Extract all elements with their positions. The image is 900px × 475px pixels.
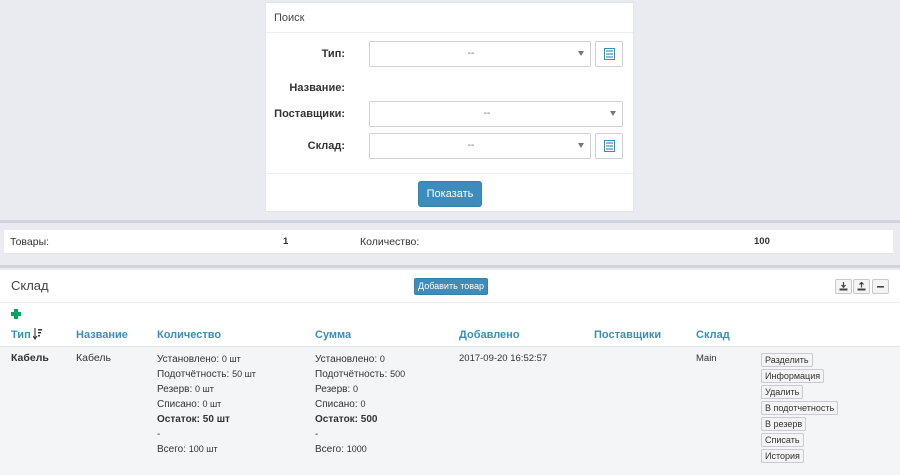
quantity-total-value: 100 шт: [188, 444, 218, 454]
warehouse-select[interactable]: --: [369, 133, 591, 159]
quantity-accountable-label: Подотчётность:: [157, 369, 230, 380]
chevron-down-icon: [610, 111, 616, 116]
sum-installed-label: Установлено:: [315, 354, 378, 365]
name-label: Название:: [289, 82, 345, 94]
sum-installed-value: 0: [379, 354, 385, 364]
name-row: Название:: [266, 75, 633, 101]
warehouse-label: Склад:: [307, 140, 345, 152]
column-quantity[interactable]: Количество: [157, 329, 221, 341]
goods-label: Товары:: [10, 236, 50, 248]
sum-reserve-label: Резерв:: [315, 384, 351, 395]
chevron-down-icon: [578, 51, 584, 56]
suppliers-label: Поставщики:: [274, 108, 345, 120]
chevron-down-icon: [578, 143, 584, 148]
quantity-written-off-label: Списано:: [157, 399, 200, 410]
search-title: Поиск: [266, 3, 633, 33]
split-button[interactable]: Разделить: [761, 353, 813, 367]
type-list-button[interactable]: [595, 41, 623, 67]
warehouse-title: Склад: [11, 278, 49, 293]
goods-value: 1: [283, 236, 289, 247]
sum-total-value: 1000: [346, 444, 367, 454]
to-reserve-button[interactable]: В резерв: [761, 417, 807, 431]
suppliers-select-value: --: [483, 108, 491, 119]
to-accountable-button[interactable]: В подотчетность: [761, 401, 839, 415]
row-type: Кабель: [11, 352, 49, 364]
column-added[interactable]: Добавлено: [459, 329, 520, 341]
quantity-installed-value: 0 шт: [221, 354, 241, 364]
history-button[interactable]: История: [761, 449, 804, 463]
warehouse-row: Склад: --: [266, 133, 633, 159]
sum-reserve-value: 0: [353, 384, 359, 394]
sum-written-off-label: Списано:: [315, 399, 358, 410]
plus-icon[interactable]: [11, 309, 21, 319]
show-button[interactable]: Показать: [418, 181, 482, 207]
sum-dash: -: [315, 429, 319, 440]
row-quantity: Установлено: 0 шт Подотчётность: 50 шт Р…: [157, 352, 256, 457]
row-added: 2017-09-20 16:52:57: [459, 353, 548, 364]
sum-accountable-value: 500: [390, 369, 406, 379]
sum-total-label: Всего:: [315, 444, 344, 455]
delete-button[interactable]: Удалить: [761, 385, 804, 399]
add-product-button[interactable]: Добавить товар: [414, 278, 488, 295]
column-suppliers[interactable]: Поставщики: [594, 329, 661, 341]
type-label: Тип:: [321, 48, 345, 60]
quantity-dash: -: [157, 429, 161, 440]
quantity-label: Количество:: [360, 236, 420, 248]
column-sum[interactable]: Сумма: [315, 329, 351, 341]
search-panel: Поиск Тип: -- Название: Поставщики: -- С…: [265, 2, 634, 212]
warehouse-list-button[interactable]: [595, 133, 623, 159]
quantity-reserve-value: 0 шт: [195, 384, 214, 394]
divider: [0, 265, 900, 268]
column-name[interactable]: Название: [76, 329, 128, 341]
sum-written-off-value: 0: [360, 399, 366, 409]
sum-remainder: Остаток: 500: [315, 414, 378, 425]
import-icon: [839, 282, 848, 291]
row-name: Кабель: [76, 352, 111, 364]
import-button[interactable]: [835, 279, 852, 294]
warehouse-header-divider: [0, 302, 900, 303]
column-type[interactable]: Тип: [11, 329, 31, 341]
export-icon: [857, 282, 866, 291]
list-icon: [604, 140, 615, 152]
minimize-icon: [877, 286, 884, 288]
row-warehouse: Main: [696, 353, 717, 364]
search-footer-divider: [266, 173, 633, 174]
type-row: Тип: --: [266, 41, 633, 67]
write-off-button[interactable]: Списать: [761, 433, 804, 447]
info-button[interactable]: Информация: [761, 369, 825, 383]
sort-amount-icon[interactable]: [33, 328, 42, 340]
divider: [0, 220, 900, 223]
list-icon: [604, 48, 615, 60]
export-button[interactable]: [853, 279, 870, 294]
quantity-installed-label: Установлено:: [157, 354, 220, 365]
type-select-value: --: [467, 48, 475, 59]
suppliers-row: Поставщики: --: [266, 101, 633, 127]
summary-bar: Товары: 1 Количество: 100: [4, 230, 893, 254]
type-select[interactable]: --: [369, 41, 591, 67]
minimize-button[interactable]: [872, 279, 889, 294]
quantity-written-off-value: 0 шт: [202, 399, 222, 409]
column-warehouse[interactable]: Склад: [696, 329, 730, 341]
warehouse-select-value: --: [467, 140, 475, 151]
row-sum: Установлено: 0 Подотчётность: 500 Резерв…: [315, 352, 405, 457]
quantity-total-label: Всего:: [157, 444, 186, 455]
quantity-accountable-value: 50 шт: [232, 369, 256, 379]
warehouse-panel: Склад Добавить товар Тип Название Количе…: [0, 270, 900, 475]
quantity-value: 100: [754, 236, 770, 247]
quantity-remainder: Остаток: 50 шт: [157, 414, 230, 425]
sum-accountable-label: Подотчётность:: [315, 369, 388, 380]
quantity-reserve-label: Резерв:: [157, 384, 193, 395]
suppliers-select[interactable]: --: [369, 101, 623, 127]
